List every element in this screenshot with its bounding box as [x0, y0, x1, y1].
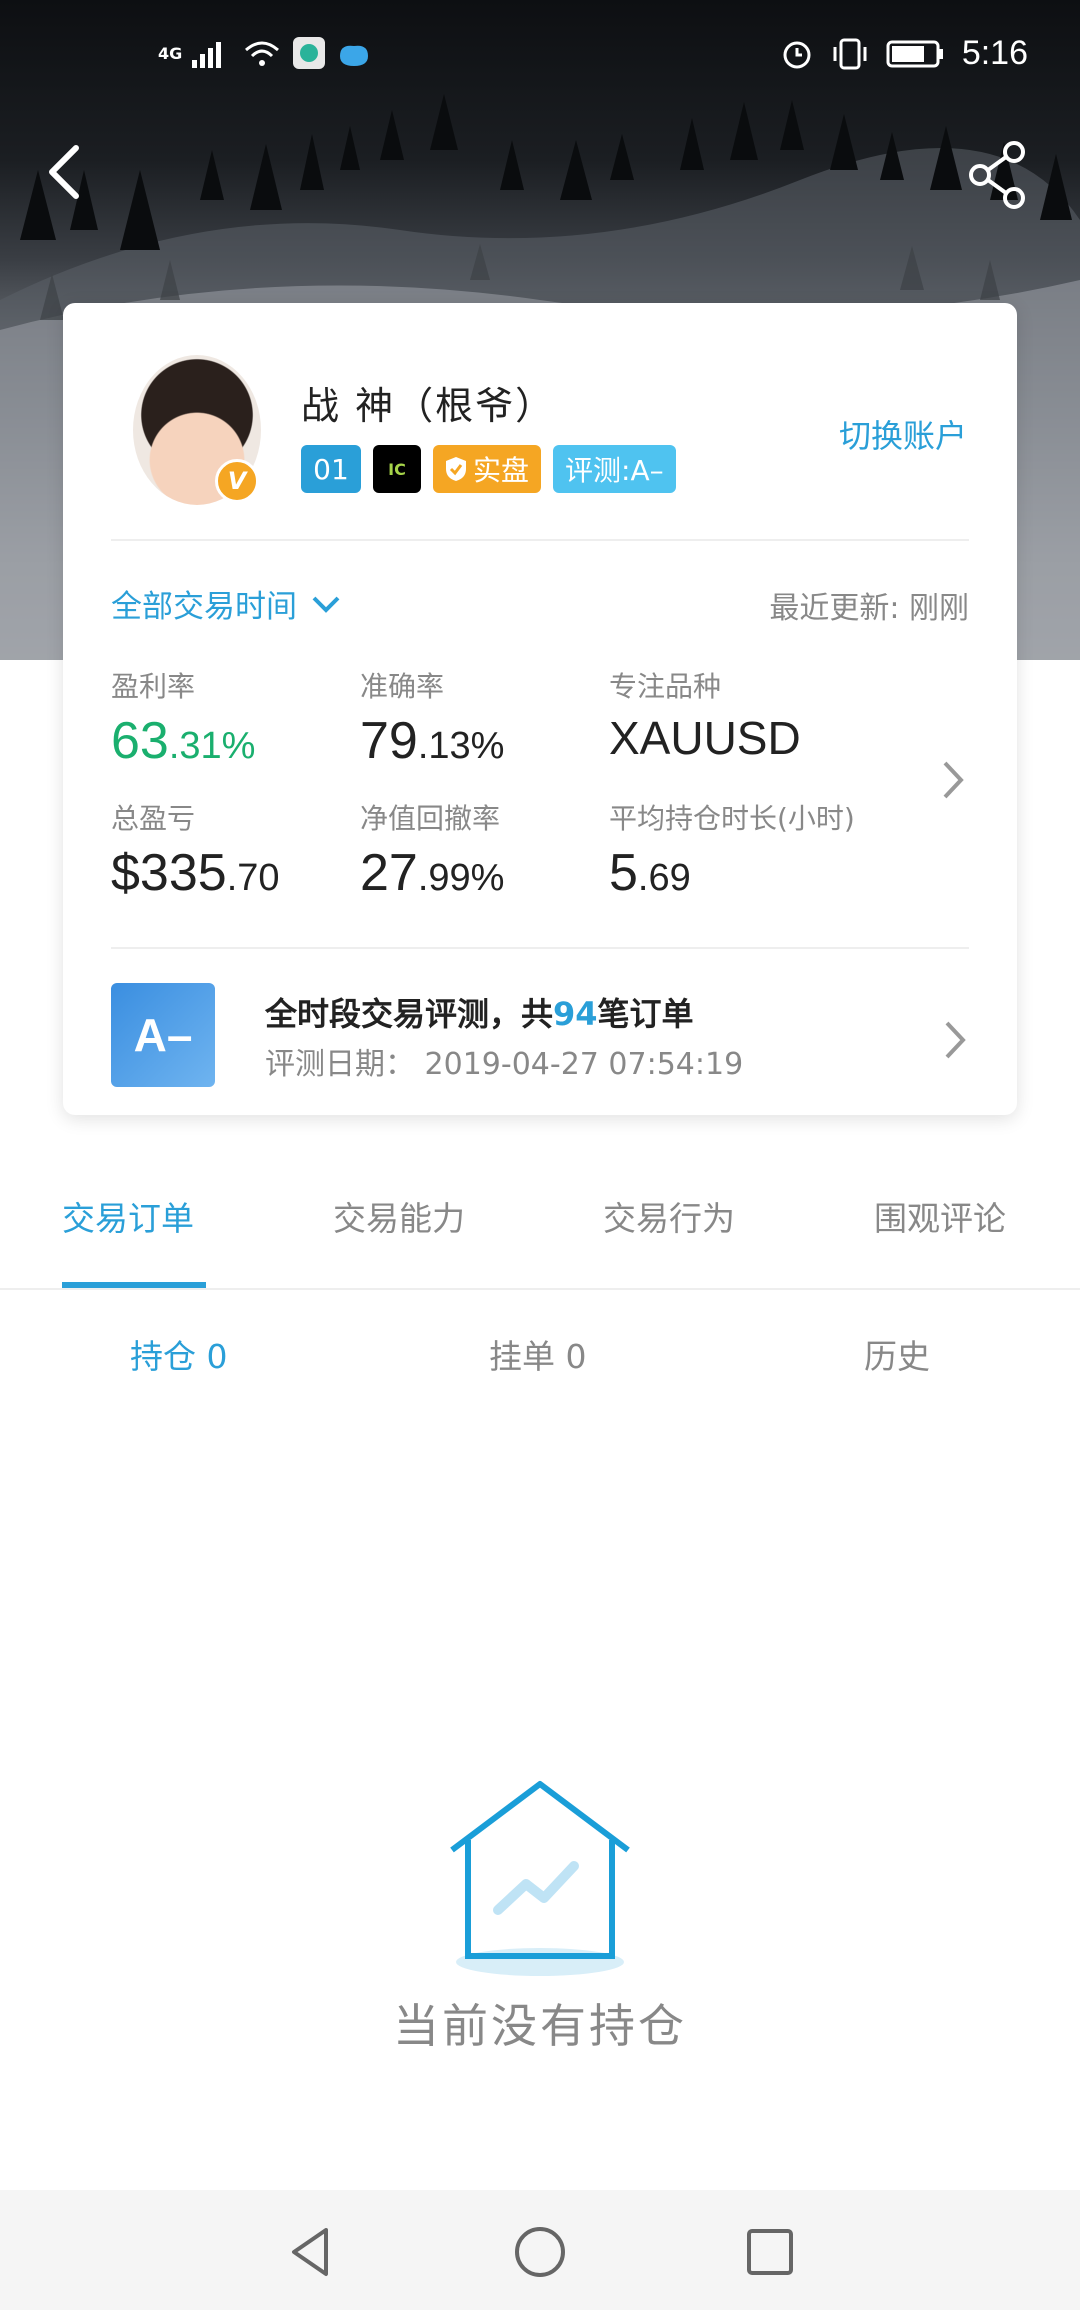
stat-value: 63.31% [111, 712, 256, 770]
real-account-label: 实盘 [473, 454, 530, 487]
shield-check-icon [446, 457, 466, 481]
nav-recents-icon[interactable] [740, 2222, 800, 2282]
chevron-down-icon [312, 596, 340, 613]
last-update: 最近更新: 刚刚 [769, 591, 969, 626]
verified-badge: V [215, 459, 259, 503]
stat-value: 27.99% [360, 844, 505, 902]
stat-value: 79.13% [360, 712, 505, 770]
user-name: 战 神（根爷） [301, 384, 556, 428]
order-count: 94 [553, 995, 598, 1033]
time-range-label: 全部交易时间 [111, 589, 297, 625]
subtab-positions[interactable]: 持仓 0 [130, 1330, 228, 1378]
share-icon[interactable] [966, 140, 1030, 210]
switch-account-button[interactable]: 切换账户 [839, 411, 967, 457]
tab-trade-behavior[interactable]: 交易行为 [603, 1192, 735, 1240]
stat-total-pl: 总盈亏 $335.70 [111, 797, 280, 903]
chevron-right-icon [945, 1021, 966, 1059]
app-notification-icon [293, 37, 326, 69]
system-nav-bar [0, 2190, 1080, 2310]
stat-avg-hold: 平均持仓时长(小时) 5.69 [609, 797, 855, 903]
tab-trade-orders[interactable]: 交易订单 [62, 1192, 194, 1240]
status-right-icons: 5:16 [780, 34, 1028, 73]
stat-label: 净值回撤率 [360, 802, 501, 835]
cloud-app-icon [340, 45, 369, 66]
card-divider-top [111, 539, 969, 541]
time-range-dropdown[interactable]: 全部交易时间 [111, 581, 341, 626]
profile-card: V 战 神（根爷） 01 IC 实盘 评测:A– 切换账户 全部交易时间 最近更… [63, 303, 1017, 1115]
broker-logo: IC [373, 445, 421, 493]
alarm-icon [783, 41, 811, 68]
stat-label: 准确率 [360, 670, 445, 703]
tab-comments[interactable]: 围观评论 [874, 1192, 1006, 1240]
evaluation-row[interactable]: A– 全时段交易评测，共94笔订单 评测日期： 2019-04-27 07:54… [111, 979, 969, 1089]
evaluation-date: 评测日期： 2019-04-27 07:54:19 [265, 1047, 744, 1082]
stat-label: 盈利率 [111, 670, 196, 703]
back-icon[interactable] [40, 142, 90, 202]
main-tabs: 交易订单 交易能力 交易行为 围观评论 [0, 1180, 1080, 1290]
house-chart-icon [450, 1781, 630, 1976]
level-badge: 01 [301, 445, 361, 493]
subtab-pending[interactable]: 挂单 0 [489, 1330, 587, 1378]
empty-state-text: 当前没有持仓 [393, 1999, 687, 2053]
battery-icon [886, 40, 943, 67]
stat-label: 平均持仓时长(小时) [609, 802, 855, 835]
nav-home-icon[interactable] [510, 2222, 570, 2282]
stat-focus-symbol: 专注品种 XAUUSD [609, 665, 801, 765]
vibrate-icon [833, 38, 867, 69]
evaluation-title: 全时段交易评测，共94笔订单 [265, 995, 694, 1033]
badge-row: 01 IC 实盘 评测:A– [301, 445, 676, 493]
tab-trade-ability[interactable]: 交易能力 [333, 1192, 465, 1240]
signal-icon [192, 42, 222, 68]
network-type: 4G [158, 43, 183, 63]
stat-value: XAUUSD [609, 712, 801, 764]
stat-label: 专注品种 [609, 670, 722, 703]
stats-detail-chevron-icon[interactable] [939, 755, 969, 805]
real-account-badge: 实盘 [433, 445, 542, 493]
status-bar: 4G 5:16 [0, 30, 1080, 90]
stat-value: $335.70 [111, 844, 280, 902]
subtab-history[interactable]: 历史 [864, 1330, 930, 1378]
status-time: 5:16 [961, 34, 1028, 72]
stat-profit-rate: 盈利率 63.31% [111, 665, 255, 771]
stat-drawdown: 净值回撤率 27.99% [360, 797, 504, 903]
wifi-icon [245, 41, 280, 66]
stat-accuracy: 准确率 79.13% [360, 665, 504, 771]
stat-value: 5.69 [609, 844, 691, 902]
nav-back-icon[interactable] [282, 2222, 342, 2282]
grade-icon: A– [111, 983, 215, 1087]
status-left-icons: 4G [158, 36, 372, 70]
rating-badge: 评测:A– [553, 445, 676, 493]
order-subtabs: 持仓 0 挂单 0 历史 [0, 1300, 1080, 1400]
card-divider-bottom [111, 947, 969, 949]
tab-indicator [62, 1282, 206, 1288]
stat-label: 总盈亏 [111, 802, 196, 835]
